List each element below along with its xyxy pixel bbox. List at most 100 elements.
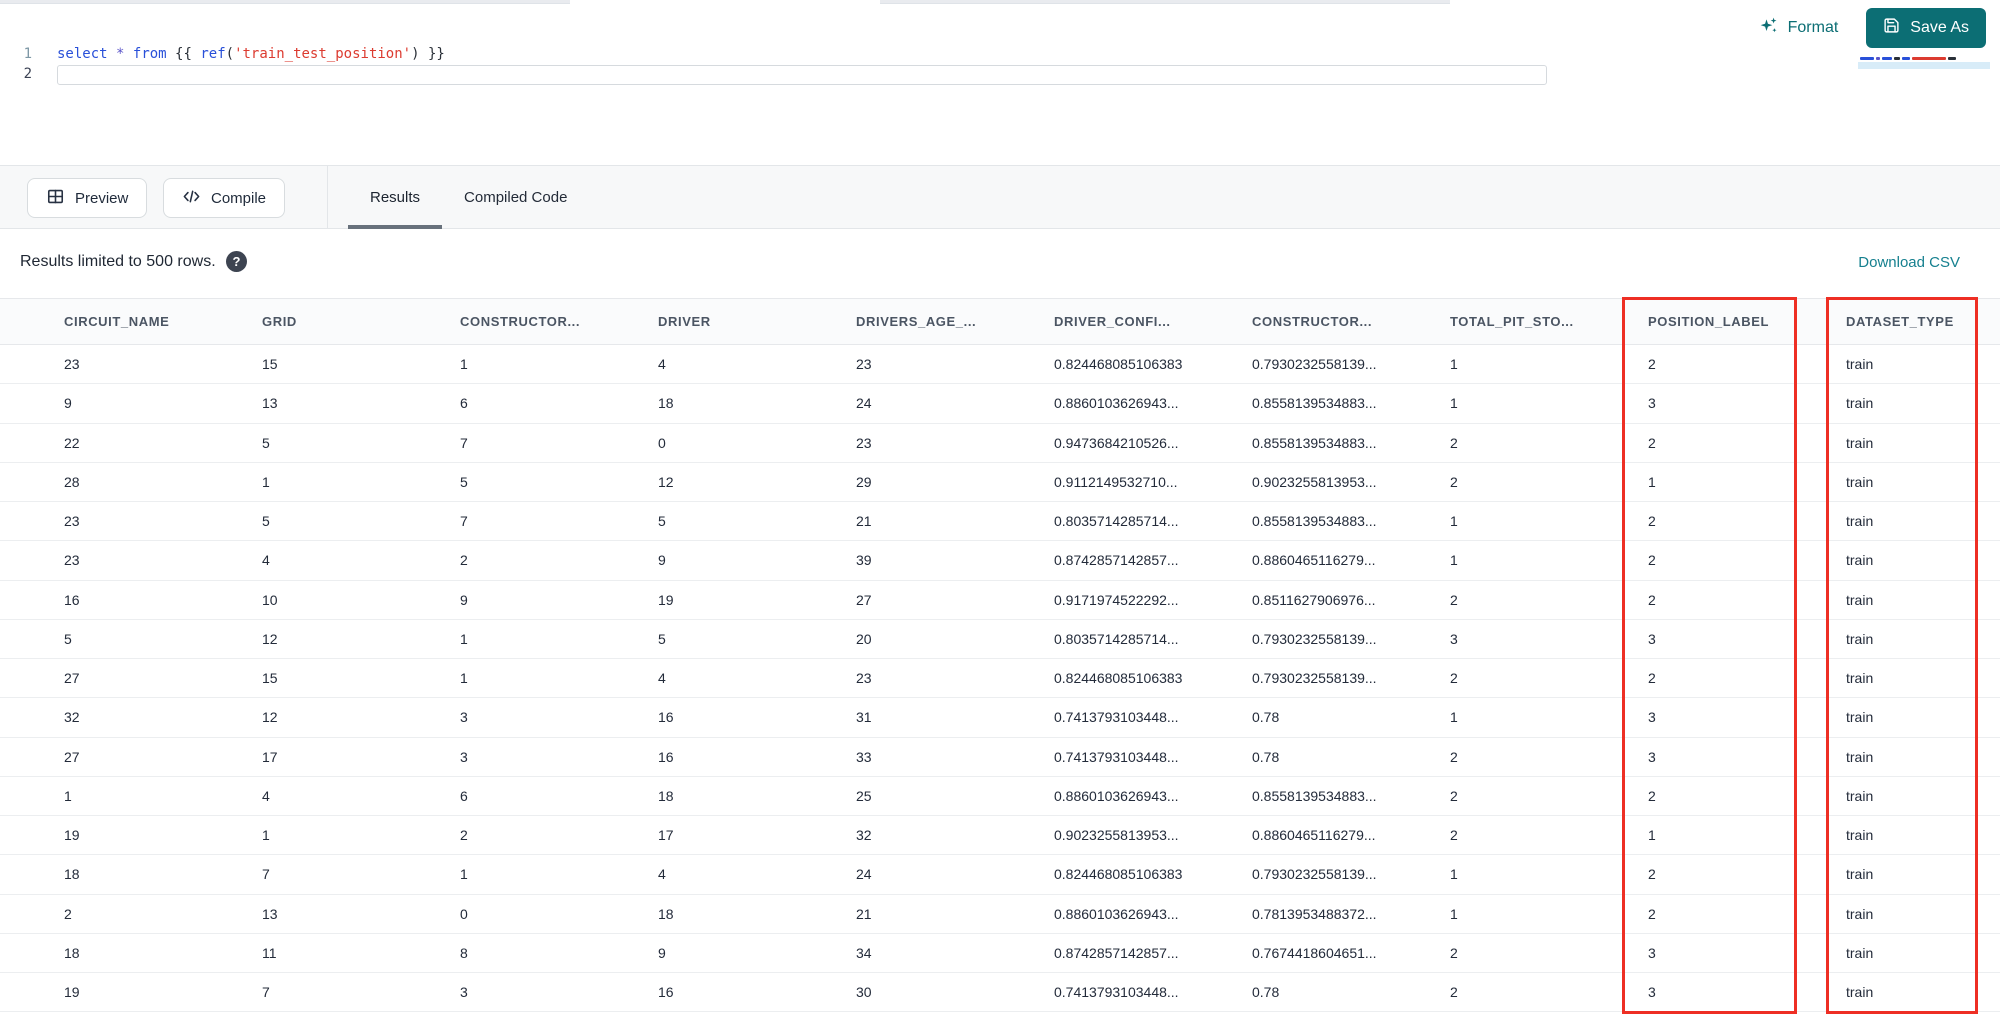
table-cell: 4 (658, 670, 666, 687)
code-token: ) (411, 46, 428, 62)
table-cell: 13 (262, 905, 278, 922)
download-csv-link[interactable]: Download CSV (1858, 254, 1960, 271)
table-cell: 2 (1450, 944, 1458, 961)
table-cell: 27 (856, 591, 872, 608)
sparkles-icon (1759, 16, 1779, 41)
table-cell: 2 (460, 827, 468, 844)
table-cell: 18 (658, 395, 674, 412)
tab-compiled-code[interactable]: Compiled Code (442, 166, 589, 229)
table-cell: 0.8558139534883... (1252, 395, 1377, 412)
minimap-code-marks (1858, 56, 1990, 61)
results-toolbar: Preview Compile Results Compiled Code (0, 165, 2000, 230)
code-token: {{ (175, 46, 201, 62)
table-cell: 0.7413793103448... (1054, 709, 1179, 726)
table-cell: 0.8860465116279... (1252, 552, 1376, 569)
table-cell: 0.8860103626943... (1054, 395, 1179, 412)
column-header: CONSTRUCTOR... (460, 314, 581, 329)
sql-editor[interactable]: Format Save As 12 select * from {{ ref('… (0, 4, 2000, 165)
table-cell: 1 (460, 630, 468, 647)
table-cell: 0 (460, 905, 468, 922)
preview-label: Preview (75, 189, 129, 207)
minimap-viewport (1858, 62, 1990, 69)
table-cell: 0.7813953488372... (1252, 905, 1377, 922)
table-cell: 3 (1450, 630, 1458, 647)
table-cell: 0.7930232558139... (1252, 670, 1377, 687)
code-token: ( (225, 46, 235, 62)
table-cell: 0.7674418604651... (1252, 944, 1377, 961)
table-cell: 2 (1450, 984, 1458, 1001)
table-cell: 0.78 (1252, 748, 1280, 765)
editor-gutter: 12 (0, 44, 38, 84)
table-cell: 1 (1450, 356, 1458, 373)
table-cell: 23 (64, 552, 80, 569)
table-cell: 1 (64, 787, 72, 804)
table-cell: 16 (658, 709, 674, 726)
table-cell: 1 (460, 356, 468, 373)
help-icon[interactable]: ? (226, 251, 247, 272)
compile-button[interactable]: Compile (163, 178, 286, 218)
table-cell: 5 (64, 630, 72, 647)
save-icon (1883, 17, 1900, 39)
table-cell: 9 (658, 552, 666, 569)
table-cell: 3 (460, 748, 468, 765)
table-cell: 0.824468085106383 (1054, 670, 1183, 687)
table-cell: 19 (64, 984, 80, 1001)
column-header: GRID (262, 314, 297, 329)
column-header: CIRCUIT_NAME (64, 314, 170, 329)
table-cell: 21 (856, 905, 872, 922)
toolbar-divider (327, 166, 328, 228)
table-cell: 13 (262, 395, 278, 412)
table-cell: 0.7930232558139... (1252, 356, 1377, 373)
table-cell: 9 (460, 591, 468, 608)
column-header: CONSTRUCTOR... (1252, 314, 1373, 329)
code-line-1[interactable]: select * from {{ ref('train_test_positio… (57, 44, 445, 64)
table-cell: 16 (64, 591, 80, 608)
preview-button[interactable]: Preview (27, 178, 148, 218)
table-cell: 19 (64, 827, 80, 844)
table-cell: 0.8558139534883... (1252, 787, 1377, 804)
table-cell: 0.8742857142857... (1054, 552, 1179, 569)
table-cell: 24 (856, 395, 872, 412)
table-cell: 9 (64, 395, 72, 412)
table-cell: 34 (856, 944, 872, 961)
table-cell: 2 (1450, 434, 1458, 451)
table-cell: 4 (658, 356, 666, 373)
table-cell: 20 (856, 630, 872, 647)
table-cell: 4 (658, 866, 666, 883)
table-cell: 12 (262, 709, 278, 726)
table-cell: 6 (460, 787, 468, 804)
table-cell: 23 (856, 434, 872, 451)
table-cell: 7 (262, 866, 270, 883)
table-cell: 0.9023255813953... (1054, 827, 1179, 844)
table-grid-icon (46, 187, 65, 210)
table-cell: 0.9112149532710... (1054, 473, 1178, 490)
table-cell: 23 (856, 670, 872, 687)
highlight-box-dataset-type (1826, 297, 1978, 1014)
table-cell: 2 (1450, 827, 1458, 844)
tab-results[interactable]: Results (348, 166, 443, 230)
code-lines[interactable]: select * from {{ ref('train_test_positio… (57, 44, 445, 64)
table-cell: 1 (262, 473, 270, 490)
table-cell: 0.8035714285714... (1054, 630, 1179, 647)
table-cell: 15 (262, 670, 278, 687)
table-cell: 0.7930232558139... (1252, 630, 1377, 647)
table-cell: 17 (262, 748, 278, 765)
save-as-button[interactable]: Save As (1866, 8, 1986, 48)
table-cell: 3 (460, 709, 468, 726)
line-number: 1 (23, 46, 32, 62)
editor-actions: Format Save As (1759, 6, 1986, 50)
table-cell: 18 (658, 787, 674, 804)
code-token: from (132, 46, 167, 62)
table-cell: 0.8860103626943... (1054, 905, 1179, 922)
table-cell: 23 (64, 356, 80, 373)
table-cell: 0.78 (1252, 984, 1280, 1001)
editor-minimap[interactable] (1858, 54, 1990, 72)
table-cell: 30 (856, 984, 872, 1001)
code-token: select (57, 46, 108, 62)
code-token: ref (200, 46, 226, 62)
format-button[interactable]: Format (1759, 16, 1838, 41)
table-cell: 0.8558139534883... (1252, 513, 1377, 530)
table-cell: 32 (64, 709, 80, 726)
